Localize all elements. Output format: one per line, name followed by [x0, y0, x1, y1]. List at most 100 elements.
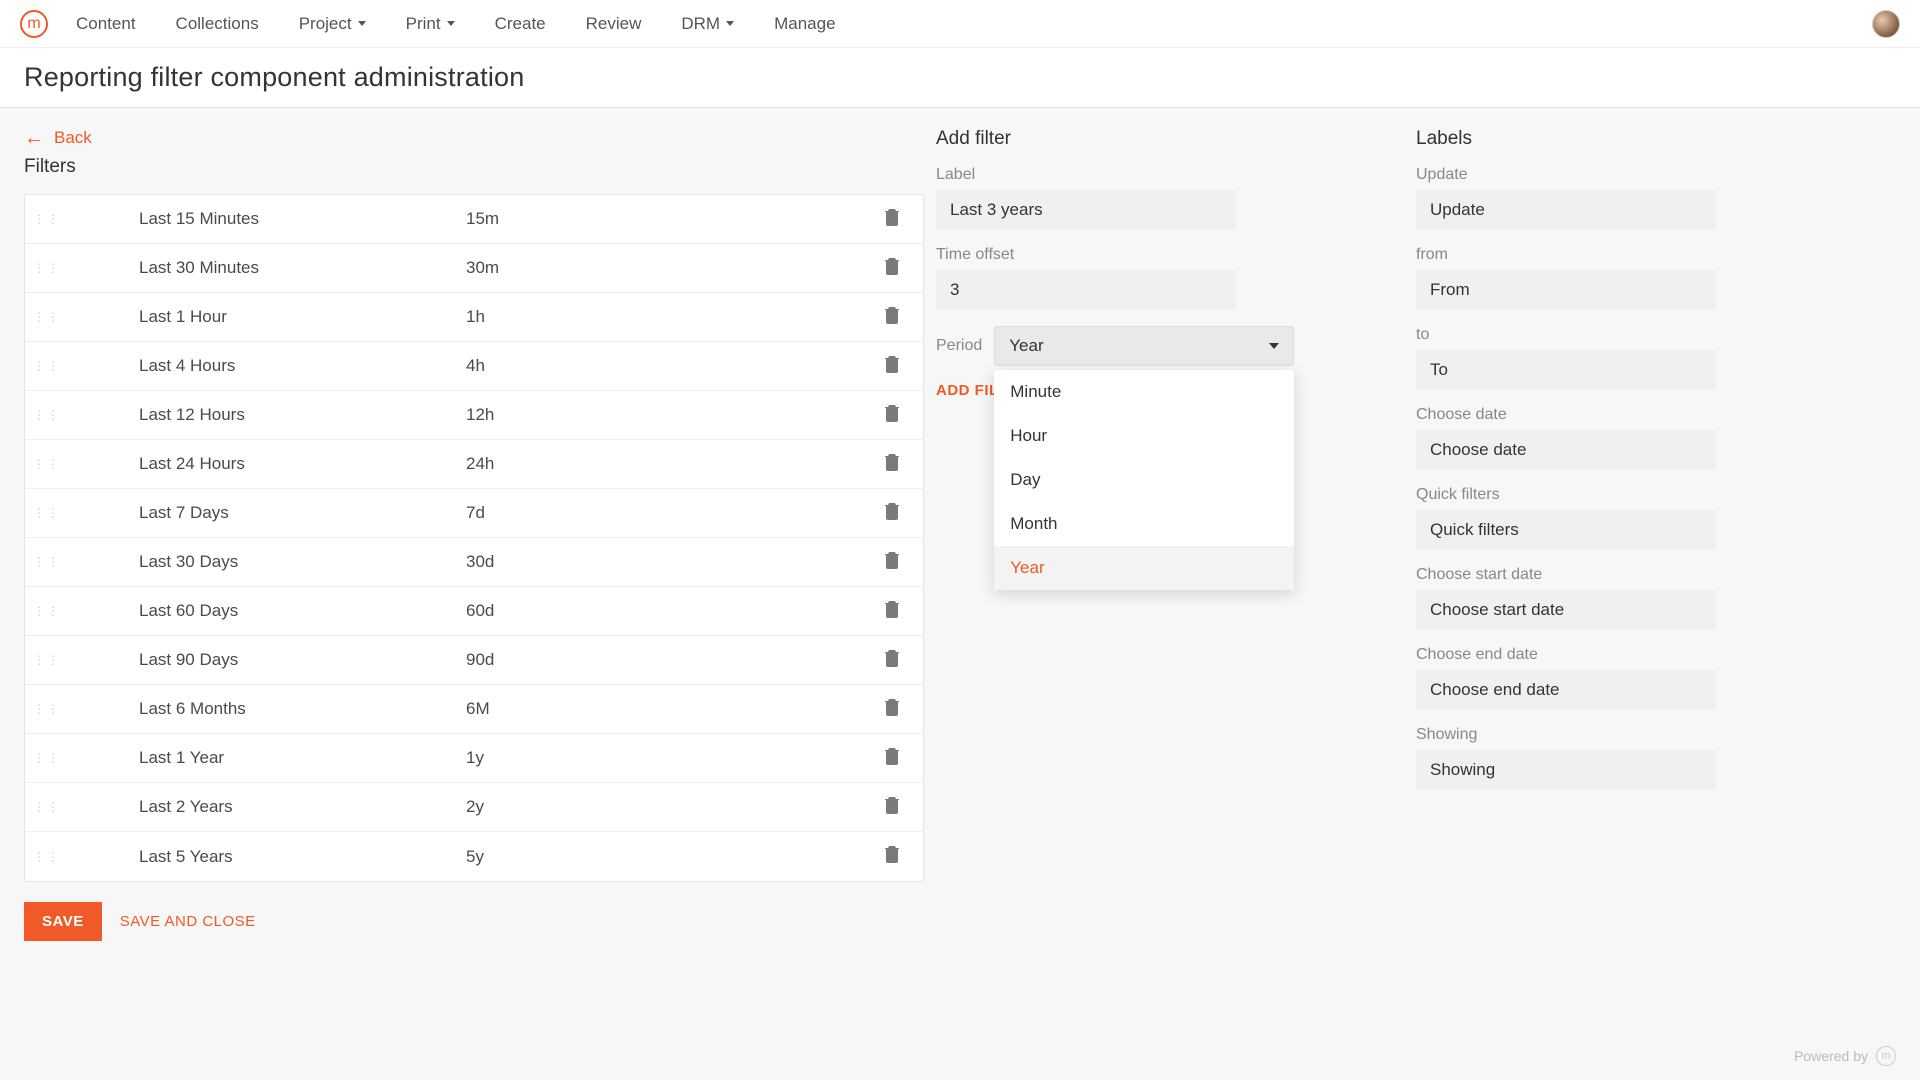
label-field-label: from: [1416, 246, 1884, 264]
filter-label: Last 60 Days: [69, 601, 466, 621]
user-avatar[interactable]: [1872, 10, 1900, 38]
footer: Powered by m: [1794, 1046, 1896, 1066]
filter-code: 5y: [466, 847, 863, 867]
label-input[interactable]: [1416, 190, 1716, 230]
titlebar: Reporting filter component administratio…: [0, 48, 1920, 108]
label-input[interactable]: [1416, 430, 1716, 470]
drag-handle-icon[interactable]: ⋮⋮: [25, 702, 69, 716]
drag-handle-icon[interactable]: ⋮⋮: [25, 850, 69, 864]
filter-label: Last 2 Years: [69, 797, 466, 817]
delete-icon[interactable]: [884, 600, 902, 623]
delete-icon[interactable]: [884, 208, 902, 231]
drag-handle-icon[interactable]: ⋮⋮: [25, 359, 69, 373]
filter-code: 6M: [466, 699, 863, 719]
drag-handle-icon[interactable]: ⋮⋮: [25, 800, 69, 814]
period-option-day[interactable]: Day: [994, 458, 1294, 502]
label-field-label: Quick filters: [1416, 486, 1884, 504]
drag-handle-icon[interactable]: ⋮⋮: [25, 506, 69, 520]
label-field-label: Showing: [1416, 726, 1884, 744]
label-input[interactable]: [936, 190, 1236, 230]
label-input[interactable]: [1416, 590, 1716, 630]
filter-label: Last 5 Years: [69, 847, 466, 867]
filter-label: Last 4 Hours: [69, 356, 466, 376]
save-button[interactable]: SAVE: [24, 902, 102, 941]
label-input[interactable]: [1416, 670, 1716, 710]
nav-item-print[interactable]: Print: [406, 14, 455, 34]
delete-icon[interactable]: [884, 306, 902, 329]
content-area: ← Back Filters ⋮⋮Last 15 Minutes15m⋮⋮Las…: [0, 108, 1920, 1080]
delete-icon[interactable]: [884, 649, 902, 672]
filter-code: 12h: [466, 405, 863, 425]
filter-code: 2y: [466, 797, 863, 817]
top-navbar: m Content Collections Project Print Create Re…: [0, 0, 1920, 48]
chevron-down-icon: [447, 21, 455, 26]
period-dropdown: MinuteHourDayMonthYear: [994, 370, 1294, 590]
delete-icon[interactable]: [884, 453, 902, 476]
label-group-7: Showing: [1416, 726, 1884, 790]
drag-handle-icon[interactable]: ⋮⋮: [25, 604, 69, 618]
drag-handle-icon[interactable]: ⋮⋮: [25, 653, 69, 667]
delete-icon[interactable]: [884, 502, 902, 525]
labels-heading: Labels: [1416, 128, 1884, 150]
arrow-left-icon: ←: [24, 128, 44, 148]
app-logo[interactable]: m: [20, 10, 48, 38]
period-option-minute[interactable]: Minute: [994, 370, 1294, 414]
drag-handle-icon[interactable]: ⋮⋮: [25, 310, 69, 324]
filter-row: ⋮⋮Last 7 Days7d: [25, 489, 923, 538]
nav-item-content[interactable]: Content: [76, 14, 136, 34]
period-option-hour[interactable]: Hour: [994, 414, 1294, 458]
delete-icon[interactable]: [884, 551, 902, 574]
delete-icon[interactable]: [884, 796, 902, 819]
filter-label: Last 1 Year: [69, 748, 466, 768]
nav-menu: Content Collections Project Print Create Revi…: [76, 14, 836, 34]
period-option-year[interactable]: Year: [994, 546, 1294, 590]
filter-code: 15m: [466, 209, 863, 229]
filter-label: Last 90 Days: [69, 650, 466, 670]
nav-item-drm[interactable]: DRM: [681, 14, 734, 34]
filter-row: ⋮⋮Last 15 Minutes15m: [25, 195, 923, 244]
delete-icon[interactable]: [884, 355, 902, 378]
footer-logo-icon: m: [1876, 1046, 1896, 1066]
filter-code: 30d: [466, 552, 863, 572]
drag-handle-icon[interactable]: ⋮⋮: [25, 212, 69, 226]
delete-icon[interactable]: [884, 257, 902, 280]
nav-item-project[interactable]: Project: [299, 14, 366, 34]
delete-icon[interactable]: [884, 404, 902, 427]
label-input[interactable]: [1416, 270, 1716, 310]
period-option-month[interactable]: Month: [994, 502, 1294, 546]
label-input[interactable]: [1416, 750, 1716, 790]
filter-label: Last 30 Days: [69, 552, 466, 572]
filter-label: Last 30 Minutes: [69, 258, 466, 278]
save-and-close-button[interactable]: SAVE AND CLOSE: [120, 913, 256, 930]
nav-item-collections[interactable]: Collections: [176, 14, 259, 34]
label-group-2: to: [1416, 326, 1884, 390]
label-field-label: Update: [1416, 166, 1884, 184]
label-input[interactable]: [1416, 510, 1716, 550]
drag-handle-icon[interactable]: ⋮⋮: [25, 751, 69, 765]
filter-code: 90d: [466, 650, 863, 670]
nav-label: Print: [406, 14, 441, 34]
delete-icon[interactable]: [884, 747, 902, 770]
nav-item-manage[interactable]: Manage: [774, 14, 835, 34]
nav-label: Review: [586, 14, 642, 34]
label-group: Label: [936, 166, 1404, 230]
nav-item-create[interactable]: Create: [495, 14, 546, 34]
delete-icon[interactable]: [884, 698, 902, 721]
drag-handle-icon[interactable]: ⋮⋮: [25, 408, 69, 422]
back-link[interactable]: ← Back: [24, 128, 924, 148]
period-select-trigger[interactable]: Year: [994, 326, 1294, 366]
drag-handle-icon[interactable]: ⋮⋮: [25, 261, 69, 275]
offset-input[interactable]: [936, 270, 1236, 310]
add-filter-column: Add filter Label Time offset Period Year…: [936, 128, 1416, 1060]
filter-row: ⋮⋮Last 90 Days90d: [25, 636, 923, 685]
label-input[interactable]: [1416, 350, 1716, 390]
drag-handle-icon[interactable]: ⋮⋮: [25, 555, 69, 569]
drag-handle-icon[interactable]: ⋮⋮: [25, 457, 69, 471]
page-title: Reporting filter component administratio…: [24, 62, 524, 93]
period-select[interactable]: Year MinuteHourDayMonthYear: [994, 326, 1294, 366]
filter-code: 4h: [466, 356, 863, 376]
filter-label: Last 12 Hours: [69, 405, 466, 425]
nav-item-review[interactable]: Review: [586, 14, 642, 34]
delete-icon[interactable]: [884, 845, 902, 868]
nav-label: Collections: [176, 14, 259, 34]
